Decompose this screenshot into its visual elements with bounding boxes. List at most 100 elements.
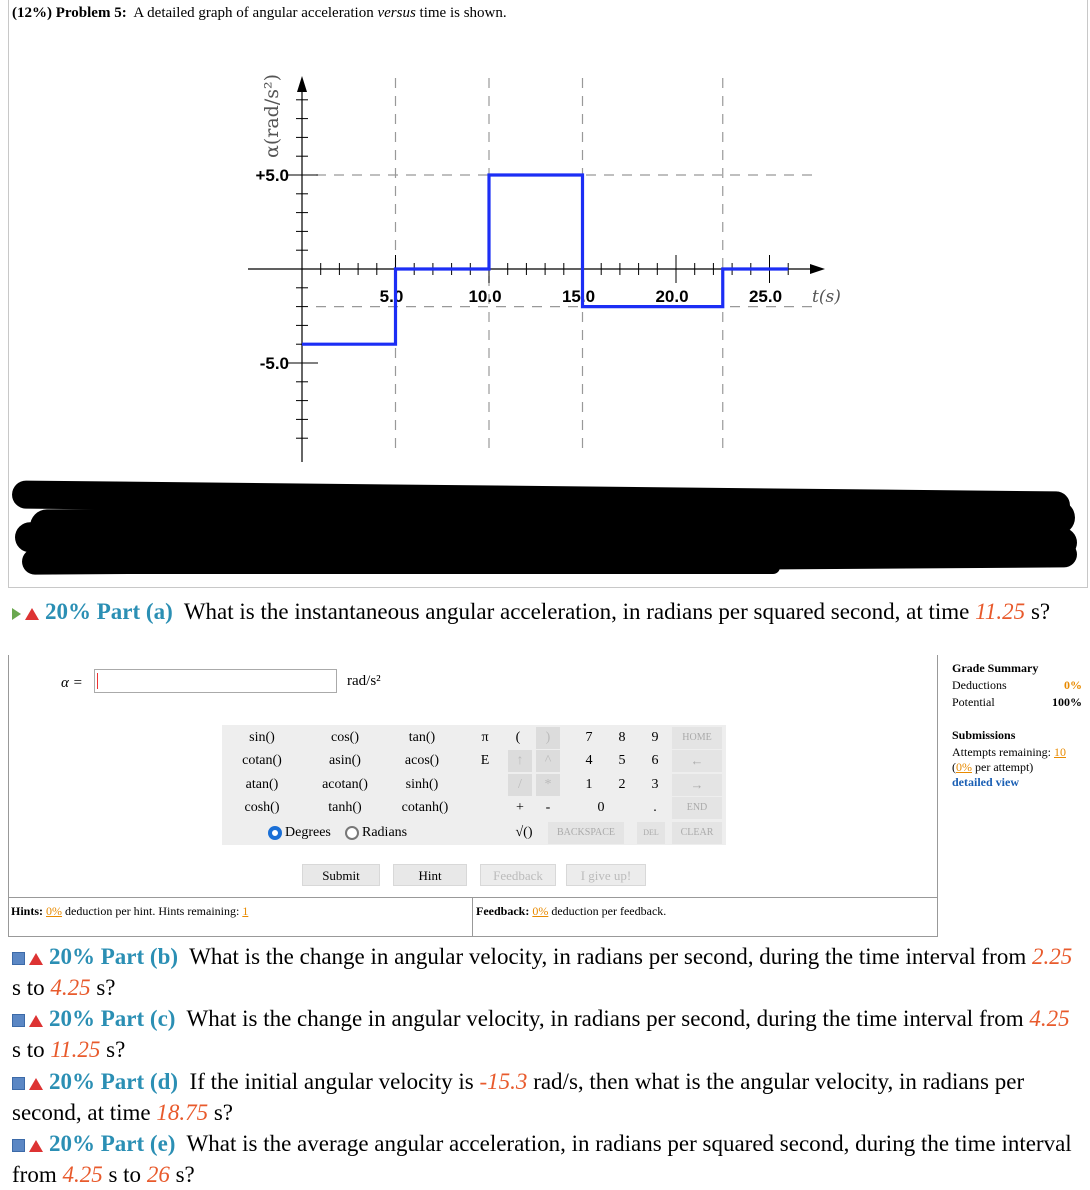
key-4[interactable]: 4 [580, 750, 598, 772]
radians-option[interactable]: Radians [345, 822, 435, 844]
key-asin[interactable]: asin() [310, 750, 380, 772]
collapse-icon[interactable] [12, 1077, 25, 1091]
part-c-to: s to [12, 1037, 45, 1062]
feedback-text: deduction per feedback. [551, 904, 667, 918]
key-9[interactable]: 9 [646, 727, 664, 749]
key-cosh[interactable]: cosh() [232, 797, 292, 819]
collapse-icon[interactable] [12, 1139, 25, 1153]
key-decimal[interactable]: . [646, 797, 664, 819]
key-multiply[interactable]: * [536, 774, 560, 796]
feedback-button[interactable]: Feedback [480, 864, 556, 886]
key-del[interactable]: DEL [637, 822, 665, 844]
key-6[interactable]: 6 [646, 750, 664, 772]
part-c-value-1: 4.25 [1029, 1006, 1070, 1031]
part-d-label: Part (d) [100, 1069, 179, 1094]
part-a-header[interactable]: 20% Part (a) What is the instantaneous a… [12, 596, 1082, 627]
warning-icon [29, 1077, 43, 1090]
key-tan[interactable]: tan() [390, 727, 454, 749]
key-pi[interactable]: π [475, 727, 495, 749]
data-series-line [302, 173, 789, 346]
key-minus[interactable]: - [536, 797, 560, 819]
warning-icon [29, 1139, 43, 1152]
key-plus[interactable]: + [508, 797, 532, 819]
x-tick-label: 20.0 [655, 287, 688, 306]
key-cotan[interactable]: cotan() [232, 750, 292, 772]
part-d-header[interactable]: 20% Part (d) If the initial angular velo… [12, 1066, 1082, 1128]
part-c-label: Part (c) [100, 1006, 176, 1031]
degrees-radio[interactable] [268, 825, 282, 840]
key-e[interactable]: E [475, 750, 495, 772]
key-3[interactable]: 3 [646, 774, 664, 796]
x-axis-label: t(s) [812, 287, 841, 307]
key-home[interactable]: HOME [672, 727, 722, 749]
collapse-icon[interactable] [12, 1014, 25, 1028]
part-e-end: s? [175, 1162, 195, 1187]
part-d-value-1: -15.3 [479, 1069, 528, 1094]
part-c-question: What is the change in angular velocity, … [186, 1006, 974, 1031]
key-5[interactable]: 5 [613, 750, 631, 772]
key-tanh[interactable]: tanh() [310, 797, 380, 819]
key-atan[interactable]: atan() [232, 774, 292, 796]
part-e-question: What is the average angular acceleration… [186, 1131, 996, 1156]
detailed-view-link[interactable]: detailed view [952, 775, 1082, 790]
part-c-value-2: 11.25 [50, 1037, 101, 1062]
part-b-from: from [981, 944, 1027, 969]
key-end[interactable]: END [672, 797, 722, 819]
key-sinh[interactable]: sinh() [390, 774, 454, 796]
hints-pct: 0% [46, 904, 63, 918]
x-tick-label: 10.0 [468, 287, 501, 306]
part-b-label: Part (b) [100, 944, 179, 969]
potential-label: Potential [952, 695, 995, 709]
attempts-row: Attempts remaining: 10 [952, 745, 1082, 760]
feedback-label: Feedback: [476, 904, 530, 918]
key-1[interactable]: 1 [580, 774, 598, 796]
key-up-arrow[interactable]: ↑ [508, 750, 532, 772]
part-d-end: s? [213, 1100, 234, 1125]
key-sqrt[interactable]: √() [508, 822, 540, 844]
key-7[interactable]: 7 [580, 727, 598, 749]
key-divide[interactable]: / [508, 774, 532, 796]
part-e-value-2: 26 [146, 1162, 170, 1187]
part-a-label: Part (a) [96, 599, 173, 624]
part-a-time: 11.25 [975, 599, 1026, 624]
per-attempt-row: (0% per attempt) [952, 760, 1034, 774]
key-2[interactable]: 2 [613, 774, 631, 796]
key-0[interactable]: 0 [592, 797, 610, 819]
expand-triangle-icon[interactable] [12, 607, 21, 620]
y-tick-label: -5.0 [260, 354, 289, 373]
hint-button[interactable]: Hint [393, 864, 467, 886]
submit-button[interactable]: Submit [302, 864, 380, 886]
part-e-value-1: 4.25 [62, 1162, 103, 1187]
key-acotan[interactable]: acotan() [310, 774, 380, 796]
key-acos[interactable]: acos() [390, 750, 454, 772]
part-b-header[interactable]: 20% Part (b) What is the change in angul… [12, 941, 1082, 1003]
hints-remaining: 1 [242, 904, 249, 918]
key-right-arrow[interactable]: → [672, 774, 722, 796]
key-left-paren[interactable]: ( [508, 727, 528, 749]
part-d-percent: 20% [49, 1069, 95, 1094]
key-clear[interactable]: CLEAR [672, 822, 722, 844]
answer-units: rad/s² [347, 673, 381, 689]
key-backspace[interactable]: BACKSPACE [548, 822, 624, 844]
key-sin[interactable]: sin() [232, 727, 292, 749]
answer-input[interactable] [94, 669, 337, 693]
part-a-question: What is the instantaneous angular accele… [183, 599, 970, 624]
radians-radio[interactable] [345, 825, 359, 840]
key-power[interactable]: ^ [536, 750, 560, 772]
part-b-value-2: 4.25 [50, 975, 91, 1000]
attempts-value: 10 [1053, 745, 1066, 759]
part-d-question: If the initial angular velocity is [189, 1069, 474, 1094]
collapse-icon[interactable] [12, 952, 25, 966]
part-c-header[interactable]: 20% Part (c) What is the change in angul… [12, 1003, 1082, 1065]
part-e-header[interactable]: 20% Part (e) What is the average angular… [12, 1128, 1086, 1190]
key-cotanh[interactable]: cotanh() [390, 797, 460, 819]
key-cos[interactable]: cos() [310, 727, 380, 749]
attempts-label: Attempts remaining: [952, 745, 1051, 759]
submissions-title: Submissions [952, 728, 1016, 742]
key-left-arrow[interactable]: ← [672, 750, 722, 772]
feedback-bar: Feedback: 0% deduction per feedback. [473, 897, 938, 937]
key-8[interactable]: 8 [613, 727, 631, 749]
key-right-paren[interactable]: ) [536, 727, 560, 749]
warning-icon [29, 952, 43, 965]
give-up-button[interactable]: I give up! [566, 864, 646, 886]
